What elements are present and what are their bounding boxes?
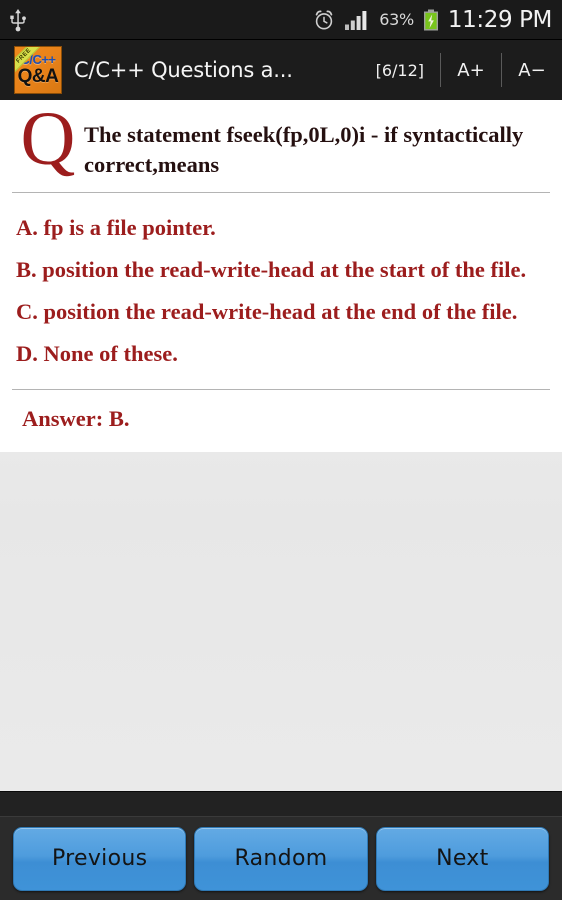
font-increase-button[interactable]: A+ xyxy=(441,60,501,81)
status-bar-left xyxy=(8,8,28,32)
app-title: C/C++ Questions a... xyxy=(74,58,293,82)
previous-button[interactable]: Previous xyxy=(13,826,187,891)
nav-separator xyxy=(0,791,562,817)
app-icon-qa-label: Q&A xyxy=(17,66,59,87)
question-counter: [6/12] xyxy=(375,60,424,80)
option-b[interactable]: B. position the read-write-head at the s… xyxy=(12,249,550,291)
app-header: FREE C/C++ Q&A C/C++ Questions a... [6/1… xyxy=(0,40,562,100)
question-text: The statement fseek(fp,0L,0)i - if synta… xyxy=(84,122,524,177)
question-divider xyxy=(12,192,550,193)
signal-bars-icon xyxy=(344,10,370,30)
usb-icon xyxy=(8,8,28,32)
clock-label: 11:29 PM xyxy=(447,6,553,33)
option-c[interactable]: C. position the read-write-head at the e… xyxy=(12,291,550,333)
answer-text: Answer: B. xyxy=(22,406,130,431)
random-button[interactable]: Random xyxy=(194,826,368,891)
next-button[interactable]: Next xyxy=(375,826,549,891)
question-card: Q The statement fseek(fp,0L,0)i - if syn… xyxy=(0,100,562,452)
status-bar: 63% 11:29 PM xyxy=(0,0,562,40)
app-root: 63% 11:29 PM FREE C/C++ Q&A C/C++ Questi… xyxy=(0,0,562,900)
option-d[interactable]: D. None of these. xyxy=(12,333,550,375)
question-marker: Q xyxy=(20,100,76,181)
font-decrease-button[interactable]: A− xyxy=(502,60,562,81)
alarm-clock-icon xyxy=(313,9,335,31)
bottom-nav-bar: Previous Random Next xyxy=(0,817,562,900)
battery-percent-label: 63% xyxy=(379,10,414,29)
option-a[interactable]: A. fp is a file pointer. xyxy=(12,207,550,249)
app-icon[interactable]: FREE C/C++ Q&A xyxy=(14,46,62,94)
status-bar-right: 63% 11:29 PM xyxy=(313,7,552,33)
question-row: Q The statement fseek(fp,0L,0)i - if syn… xyxy=(12,101,550,180)
battery-charging-icon xyxy=(423,9,439,31)
content-scroll-area[interactable]: Q The statement fseek(fp,0L,0)i - if syn… xyxy=(0,100,562,791)
answer-divider xyxy=(12,389,550,390)
